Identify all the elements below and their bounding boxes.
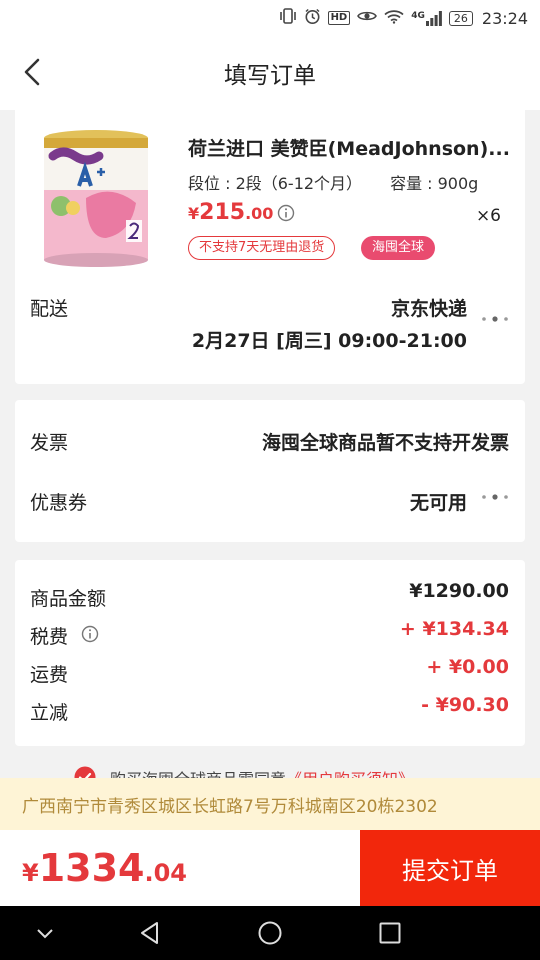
coupon-value[interactable]: 无可用 [410,488,467,515]
system-nav-bar [0,906,540,960]
tax-label: 税费 [30,626,69,648]
coupon-label: 优惠券 [30,492,88,514]
delivery-carrier[interactable]: 京东快递 [391,294,467,321]
checkout-footer: ¥1334.04 提交订单 [0,830,540,906]
home-circle-icon [258,921,282,945]
tax-value: + ¥134.34 [399,618,509,640]
price-integer: 215 [199,200,246,225]
agreement-prefix: 购买海囤全球商品需同意 [110,770,286,778]
product-card: 荷兰进口 美赞臣(MeadJohnson)... 段位 : 2段（6-12个月）… [15,110,525,384]
nav-home-button[interactable] [255,918,285,948]
tax-info-icon[interactable] [81,625,99,643]
product-quantity: ×6 [475,206,501,226]
nav-collapse-button[interactable] [30,918,60,948]
price-currency: ¥ [188,204,200,223]
summary-card: 商品金额 ¥1290.00 税费 + ¥134.34 运费 + ¥0.00 立减… [15,560,525,746]
battery-icon: 26 [448,10,473,26]
no-return-tag: 不支持7天无理由退货 [188,236,336,260]
total-decimal: .04 [144,859,187,887]
discount-value: - ¥90.30 [421,694,509,716]
goods-amount-label: 商品金额 [30,588,107,610]
global-tag: 海囤全球 [361,236,436,260]
invoice-card: 发票 海囤全球商品暂不支持开发票 优惠券 无可用 [15,400,525,542]
product-spec: 段位 : 2段（6-12个月） 容量 : 900g [188,170,478,194]
price-decimal: .00 [245,204,274,223]
agreement-link[interactable]: 《用户购买须知》 [286,770,414,778]
invoice-value: 海囤全球商品暂不支持开发票 [261,432,509,454]
agreement-text: 购买海囤全球商品需同意《用户购买须知》 [110,766,414,778]
back-triangle-icon [141,922,158,944]
status-time: 23:24 [481,8,528,28]
product-price: ¥215.00 [188,200,273,225]
nav-recents-button[interactable] [375,918,405,948]
product-capacity: 容量 : 900g [390,174,479,193]
total-price: ¥1334.04 [22,846,187,890]
product-name[interactable]: 荷兰进口 美赞臣(MeadJohnson)... [188,134,518,161]
coupon-more-icon[interactable] [481,492,509,502]
product-stage: 段位 : 2段（6-12个月） [188,174,363,193]
chevron-left-icon [24,58,40,86]
alarm-icon [304,8,321,29]
page-title: 填写订单 [224,63,316,89]
discount-label: 立减 [30,702,69,724]
header: 填写订单 [0,36,540,110]
delivery-label: 配送 [30,298,69,320]
price-info-icon[interactable] [277,204,295,222]
delivery-time[interactable]: 2月27日 [周三] 09:00-21:00 [192,326,467,353]
order-content[interactable]: 荷兰进口 美赞臣(MeadJohnson)... 段位 : 2段（6-12个月）… [0,110,540,778]
back-button[interactable] [14,54,50,90]
recents-square-icon [379,922,401,944]
shipping-value: + ¥0.00 [426,656,509,678]
product-image[interactable] [41,128,151,268]
wifi-icon [384,9,404,28]
chevron-down-icon [37,929,53,939]
network-type: 4G [411,10,425,21]
goods-amount-value: ¥1290.00 [409,580,509,602]
eye-icon [357,9,378,27]
submit-order-button[interactable]: 提交订单 [360,830,540,906]
agreement-checkbox[interactable] [74,766,96,778]
status-bar: HD 4G 26 23:24 [0,0,540,36]
total-currency: ¥ [22,859,39,887]
signal-icon: 4G [411,10,442,26]
nav-back-button[interactable] [135,918,165,948]
hd-icon: HD [327,11,351,25]
total-integer: 1334 [38,846,145,890]
address-bar[interactable]: 广西南宁市青秀区城区长虹路7号万科城南区20栋2302 [0,778,540,830]
vibrate-icon [279,8,297,28]
delivery-more-icon[interactable] [481,314,509,324]
invoice-label: 发票 [30,432,69,454]
shipping-label: 运费 [30,664,69,686]
